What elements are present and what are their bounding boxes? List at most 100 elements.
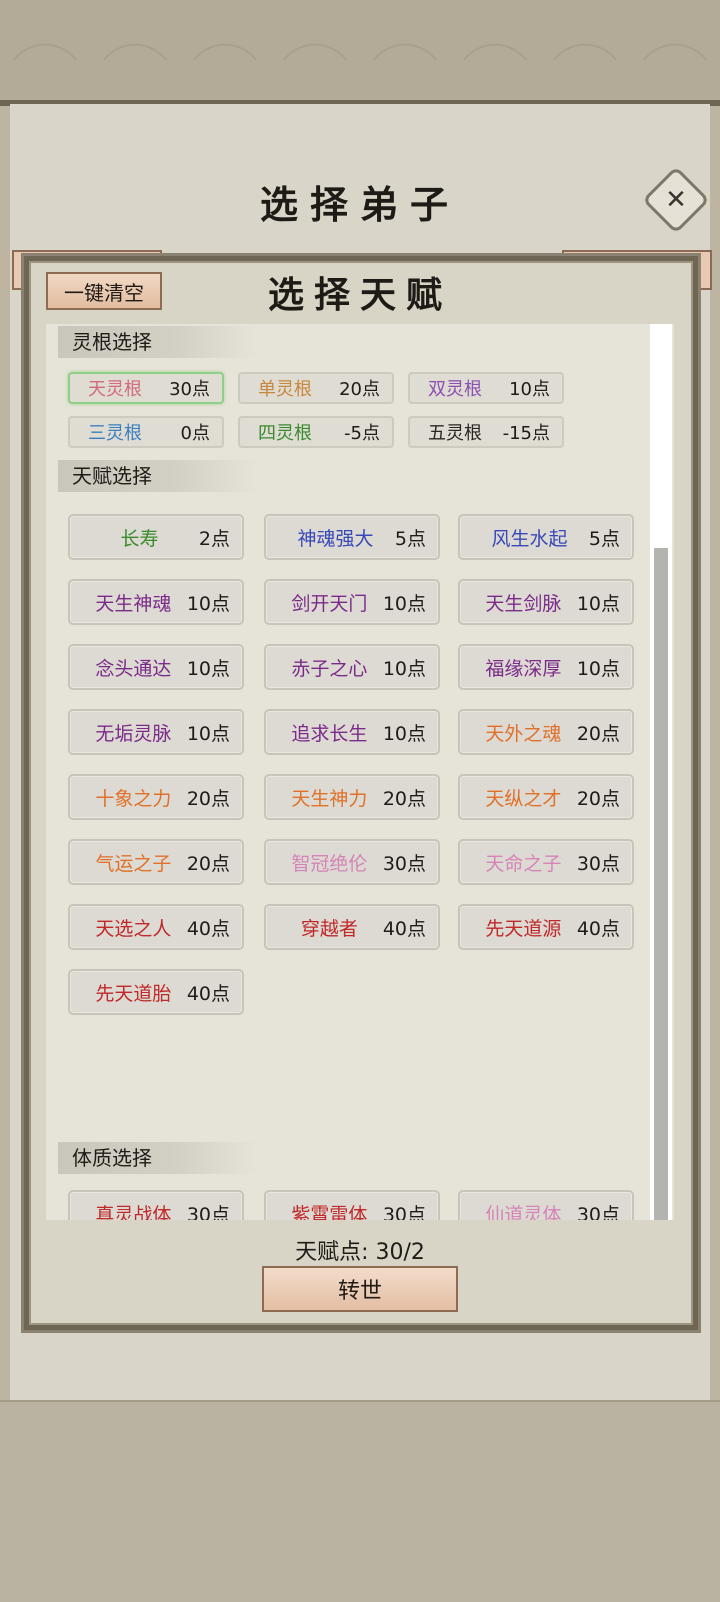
talent-option-name: 福缘深厚 — [485, 657, 562, 680]
talent-option[interactable]: 福缘深厚 10点 — [458, 644, 634, 690]
talent-option-cost: 10点 — [186, 592, 230, 615]
talent-option-name: 追求长生 — [291, 722, 368, 745]
root-option[interactable]: 五灵根 -15点 — [408, 416, 564, 448]
talent-option-cost: 40点 — [186, 982, 230, 1005]
root-option-name: 天灵根 — [88, 379, 142, 400]
scrollbar-thumb[interactable] — [654, 548, 668, 1220]
talent-option[interactable]: 先天道源 40点 — [458, 904, 634, 950]
talent-option[interactable]: 追求长生 10点 — [264, 709, 440, 755]
talent-option-cost: 10点 — [382, 722, 426, 745]
talent-option-cost: 20点 — [186, 852, 230, 875]
talent-option-cost: 5点 — [394, 527, 426, 550]
talent-list-panel[interactable] — [46, 324, 674, 1220]
talent-option-cost: 10点 — [186, 657, 230, 680]
talent-option[interactable]: 无垢灵脉 10点 — [68, 709, 244, 755]
talent-option[interactable]: 穿越者 40点 — [264, 904, 440, 950]
root-option-cost: 10点 — [509, 379, 550, 400]
section-header-root: 灵根选择 — [58, 326, 258, 358]
talent-option-cost: 10点 — [576, 657, 620, 680]
talent-option-name: 智冠绝伦 — [291, 852, 368, 875]
talent-option-name: 天选之人 — [95, 917, 172, 940]
talent-option[interactable]: 长寿 2点 — [68, 514, 244, 560]
page-title: 选择弟子 — [259, 182, 460, 227]
talent-option[interactable]: 天生神力 20点 — [264, 774, 440, 820]
root-option-name: 双灵根 — [428, 379, 482, 400]
talent-option-cost: 2点 — [198, 527, 230, 550]
talent-option-name: 无垢灵脉 — [95, 722, 172, 745]
talent-option[interactable]: 风生水起 5点 — [458, 514, 634, 560]
talent-option[interactable]: 神魂强大 5点 — [264, 514, 440, 560]
talent-option[interactable]: 天命之子 30点 — [458, 839, 634, 885]
talent-option-name: 天纵之才 — [485, 787, 562, 810]
talent-option[interactable]: 赤子之心 10点 — [264, 644, 440, 690]
talent-option-cost: 20点 — [576, 787, 620, 810]
root-option[interactable]: 四灵根 -5点 — [238, 416, 394, 448]
talent-option-cost: 10点 — [382, 592, 426, 615]
talent-option-name: 气运之子 — [95, 852, 172, 875]
physique-option[interactable]: 真灵战体 30点 — [68, 1190, 244, 1220]
physique-option-cost: 30点 — [576, 1203, 620, 1221]
root-option-cost: -5点 — [344, 423, 380, 444]
top-decor-band — [0, 0, 720, 106]
root-option[interactable]: 天灵根 30点 — [68, 372, 224, 404]
talent-option[interactable]: 先天道胎 40点 — [68, 969, 244, 1015]
talent-option[interactable]: 天外之魂 20点 — [458, 709, 634, 755]
talent-option-cost: 20点 — [576, 722, 620, 745]
physique-visible-area: 真灵战体 30点 紫霄雷体 30点 仙道灵体 30点 — [46, 1180, 650, 1220]
physique-option-name: 仙道灵体 — [485, 1203, 562, 1221]
talent-option-cost: 10点 — [186, 722, 230, 745]
talent-option-name: 天命之子 — [485, 852, 562, 875]
talent-option[interactable]: 天纵之才 20点 — [458, 774, 634, 820]
talent-option[interactable]: 天生剑脉 10点 — [458, 579, 634, 625]
talent-option-cost: 30点 — [576, 852, 620, 875]
physique-option-name: 紫霄雷体 — [291, 1203, 368, 1221]
talent-option[interactable]: 智冠绝伦 30点 — [264, 839, 440, 885]
talent-option-name: 先天道胎 — [95, 982, 172, 1005]
root-option-cost: 30点 — [169, 379, 210, 400]
talent-option-cost: 40点 — [382, 917, 426, 940]
root-option[interactable]: 三灵根 0点 — [68, 416, 224, 448]
root-option[interactable]: 双灵根 10点 — [408, 372, 564, 404]
talent-option[interactable]: 十象之力 20点 — [68, 774, 244, 820]
physique-option-cost: 30点 — [186, 1203, 230, 1221]
talent-option[interactable]: 天生神魂 10点 — [68, 579, 244, 625]
rebirth-button[interactable]: 转世 — [262, 1266, 458, 1312]
close-icon: ✕ — [665, 185, 687, 215]
talent-option-name: 念头通达 — [95, 657, 172, 680]
section-header-talent: 天赋选择 — [58, 460, 258, 492]
talent-option-name: 十象之力 — [95, 787, 172, 810]
physique-option[interactable]: 仙道灵体 30点 — [458, 1190, 634, 1220]
talent-option-name: 穿越者 — [300, 917, 358, 940]
root-option-name: 五灵根 — [428, 423, 482, 444]
talent-option-cost: 20点 — [186, 787, 230, 810]
talent-option-cost: 20点 — [382, 787, 426, 810]
section-header-physique: 体质选择 — [58, 1142, 258, 1174]
root-option[interactable]: 单灵根 20点 — [238, 372, 394, 404]
talent-option[interactable]: 气运之子 20点 — [68, 839, 244, 885]
talent-option-name: 天外之魂 — [485, 722, 562, 745]
talent-option[interactable]: 天选之人 40点 — [68, 904, 244, 950]
talent-option-cost: 30点 — [382, 852, 426, 875]
talent-option[interactable]: 念头通达 10点 — [68, 644, 244, 690]
talent-option-cost: 40点 — [186, 917, 230, 940]
talent-option[interactable]: 剑开天门 10点 — [264, 579, 440, 625]
root-option-cost: 20点 — [339, 379, 380, 400]
root-option-name: 三灵根 — [88, 423, 142, 444]
physique-option-cost: 30点 — [382, 1203, 426, 1221]
talent-option-name: 赤子之心 — [291, 657, 368, 680]
root-option-cost: -15点 — [502, 423, 550, 444]
physique-option-name: 真灵战体 — [95, 1203, 172, 1221]
bottom-decor-band — [0, 1400, 720, 1602]
talent-option-name: 天生剑脉 — [485, 592, 562, 615]
talent-option-cost: 5点 — [588, 527, 620, 550]
talent-option-cost: 40点 — [576, 917, 620, 940]
talent-option-cost: 10点 — [576, 592, 620, 615]
talent-option-name: 风生水起 — [491, 527, 568, 550]
root-option-name: 四灵根 — [258, 423, 312, 444]
physique-option[interactable]: 紫霄雷体 30点 — [264, 1190, 440, 1220]
root-option-name: 单灵根 — [258, 379, 312, 400]
talent-option-name: 神魂强大 — [297, 527, 374, 550]
talent-option-name: 剑开天门 — [291, 592, 368, 615]
talent-option-name: 长寿 — [120, 527, 159, 550]
modal-title: 选择天赋 — [267, 274, 452, 316]
